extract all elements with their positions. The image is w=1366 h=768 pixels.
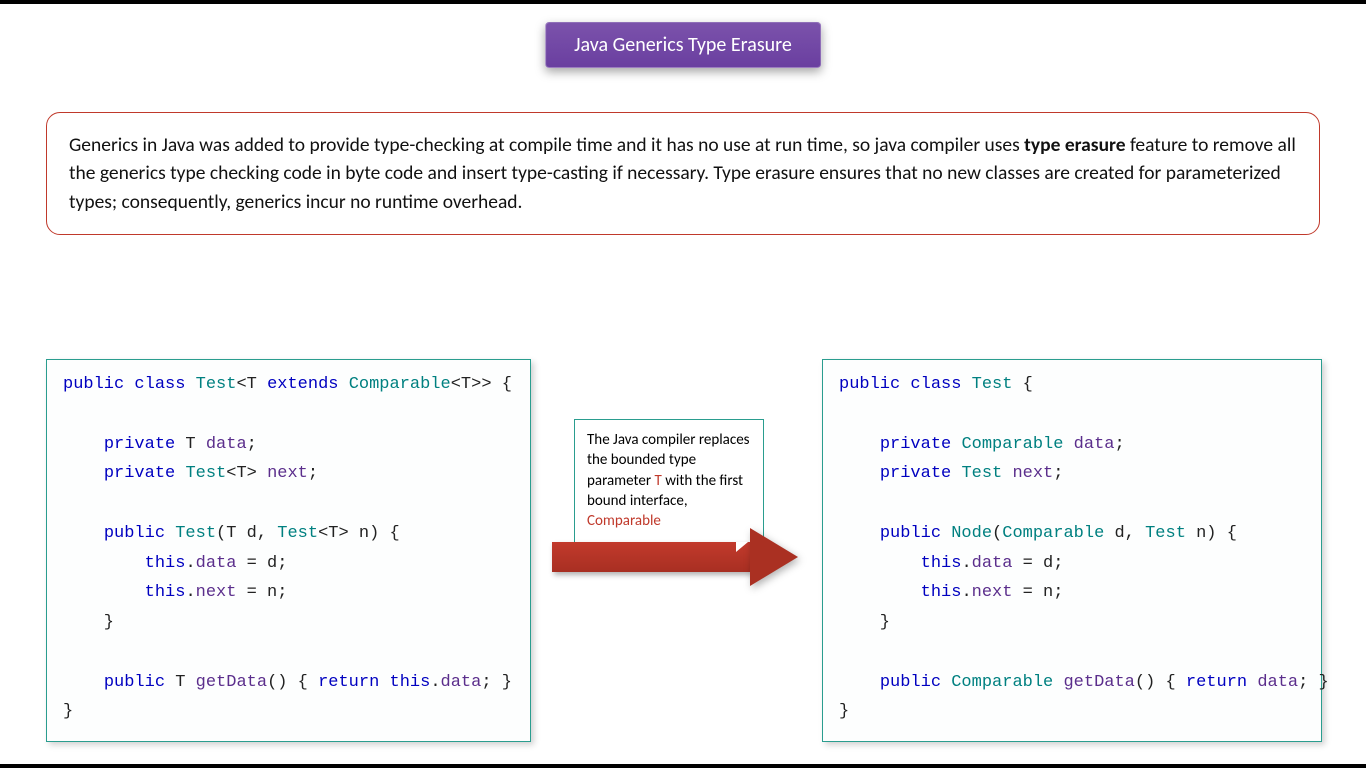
arrow-icon: [552, 534, 807, 580]
type: Comparable: [349, 375, 451, 394]
intro-pre: Generics in Java was added to provide ty…: [69, 133, 1024, 157]
intro-card: Generics in Java was added to provide ty…: [46, 112, 1320, 235]
kw: class: [134, 375, 185, 394]
kw: public: [839, 375, 900, 394]
type: Comparable: [1002, 524, 1104, 543]
member: data: [1257, 673, 1298, 692]
type: Test: [175, 524, 216, 543]
member: next: [972, 583, 1013, 602]
kw: extends: [267, 375, 338, 394]
kw: this: [145, 554, 186, 573]
kw: private: [104, 464, 175, 483]
kw: public: [880, 673, 941, 692]
kw: public: [104, 524, 165, 543]
kw: private: [880, 435, 951, 454]
type: Test: [185, 464, 226, 483]
kw: this: [390, 673, 431, 692]
member: next: [267, 464, 308, 483]
member: getData: [196, 673, 267, 692]
type: Test: [196, 375, 237, 394]
code-after: public class Test { private Comparable d…: [822, 359, 1322, 742]
type: Test: [961, 464, 1002, 483]
type: Test: [277, 524, 318, 543]
kw: this: [145, 583, 186, 602]
type: Comparable: [961, 435, 1063, 454]
type: Test: [1145, 524, 1186, 543]
type: Comparable: [951, 673, 1053, 692]
type: Test: [972, 375, 1013, 394]
member: next: [1012, 464, 1053, 483]
callout: The Java compiler replaces the bounded t…: [574, 419, 764, 544]
type: Node: [951, 524, 992, 543]
member: data: [972, 554, 1013, 573]
callout-comparable: Comparable: [587, 512, 661, 530]
kw: class: [910, 375, 961, 394]
kw: private: [880, 464, 951, 483]
kw: return: [1186, 673, 1247, 692]
member: next: [196, 583, 237, 602]
member: getData: [1063, 673, 1134, 692]
kw: private: [104, 435, 175, 454]
code-before: public class Test<T extends Comparable<T…: [46, 359, 531, 742]
kw: this: [921, 583, 962, 602]
kw: public: [104, 673, 165, 692]
intro-bold: type erasure: [1024, 133, 1125, 157]
member: data: [441, 673, 482, 692]
kw: public: [880, 524, 941, 543]
member: data: [206, 435, 247, 454]
kw: public: [63, 375, 124, 394]
kw: this: [921, 554, 962, 573]
member: data: [196, 554, 237, 573]
kw: return: [318, 673, 379, 692]
callout-T: T: [655, 472, 662, 490]
member: data: [1074, 435, 1115, 454]
title-banner: Java Generics Type Erasure: [545, 22, 821, 68]
